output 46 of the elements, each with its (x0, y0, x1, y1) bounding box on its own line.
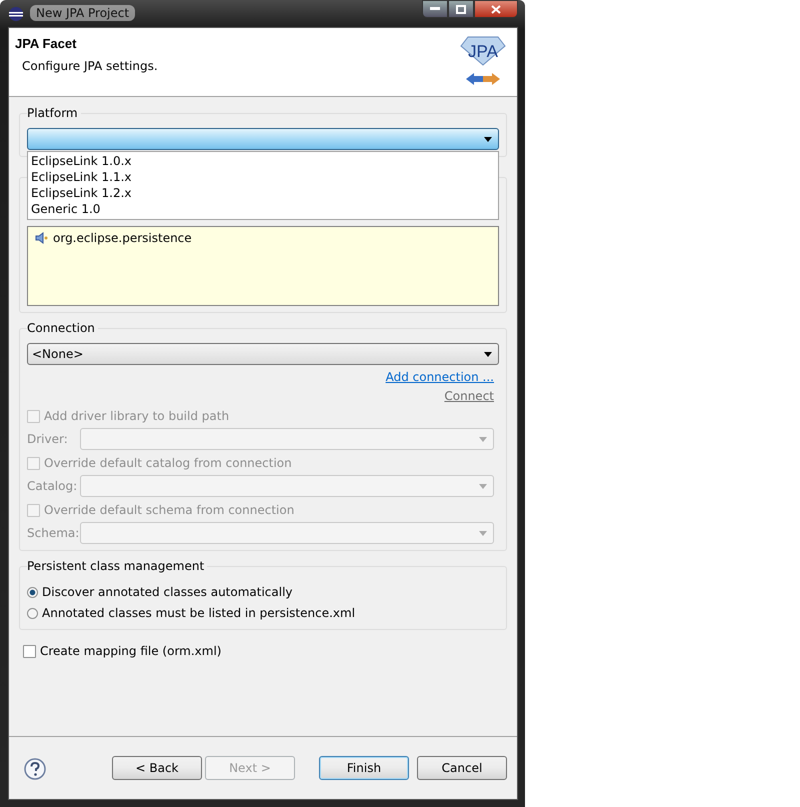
checkbox-label: Add driver library to build path (44, 408, 230, 424)
page-title: JPA Facet (15, 36, 78, 51)
group-label: Persistent class management (27, 559, 208, 574)
dropdown-option[interactable]: Generic 1.0 (28, 201, 498, 217)
library-name: org.eclipse.persistence (53, 231, 192, 245)
double-arrow-icon (465, 72, 501, 86)
close-button[interactable] (474, 0, 518, 18)
dropdown-arrow-icon (479, 484, 487, 488)
page-description: Configure JPA settings. (22, 59, 159, 73)
close-icon (491, 4, 501, 14)
maximize-button[interactable] (448, 0, 474, 18)
dropdown-option[interactable]: EclipseLink 1.2.x (28, 185, 498, 201)
checkbox-label: Create mapping file (orm.xml) (40, 643, 222, 659)
dropdown-field[interactable] (80, 475, 494, 497)
dropdown-arrow-icon (484, 136, 492, 142)
diamond-icon (460, 36, 506, 66)
maximize-icon (456, 4, 466, 14)
checkbox-label: Override default catalog from connection (44, 455, 292, 471)
field-label: Catalog: (27, 479, 78, 493)
dropdown-arrow-icon (479, 436, 487, 442)
dropdown-field[interactable] (80, 522, 494, 544)
logo-text: JPA (468, 42, 498, 62)
help-icon[interactable] (24, 758, 46, 780)
platform-combo[interactable] (27, 128, 499, 150)
field-label: Driver: (27, 432, 69, 446)
dropdown-arrow-icon (479, 530, 487, 536)
checkbox-box[interactable] (23, 644, 36, 658)
connection-combo[interactable]: <None> (27, 343, 499, 365)
field-label: Schema: (27, 526, 80, 540)
dialog-button[interactable]: Finish (319, 756, 409, 780)
minimize-button[interactable] (422, 0, 448, 18)
dropdown-field[interactable] (80, 428, 494, 450)
app-icon (8, 6, 24, 22)
dialog-button[interactable]: Cancel (417, 756, 507, 780)
dialog-button[interactable]: < Back (112, 756, 202, 780)
dropdown-option[interactable]: EclipseLink 1.0.x (28, 153, 498, 169)
radio-label: Discover annotated classes automatically (42, 584, 293, 600)
radio-button[interactable] (27, 586, 38, 598)
dropdown-arrow-icon (484, 352, 492, 356)
checkbox-label: Override default schema from connection (44, 502, 294, 518)
dropdown-option[interactable]: EclipseLink 1.1.x (28, 169, 498, 185)
add-connection-link[interactable]: Add connection ... (386, 370, 494, 384)
radio-button[interactable] (27, 608, 38, 618)
window-title: New JPA Project (30, 5, 136, 21)
minimize-icon (430, 7, 440, 11)
radio-label: Annotated classes must be listed in persistence.xml (42, 605, 356, 621)
